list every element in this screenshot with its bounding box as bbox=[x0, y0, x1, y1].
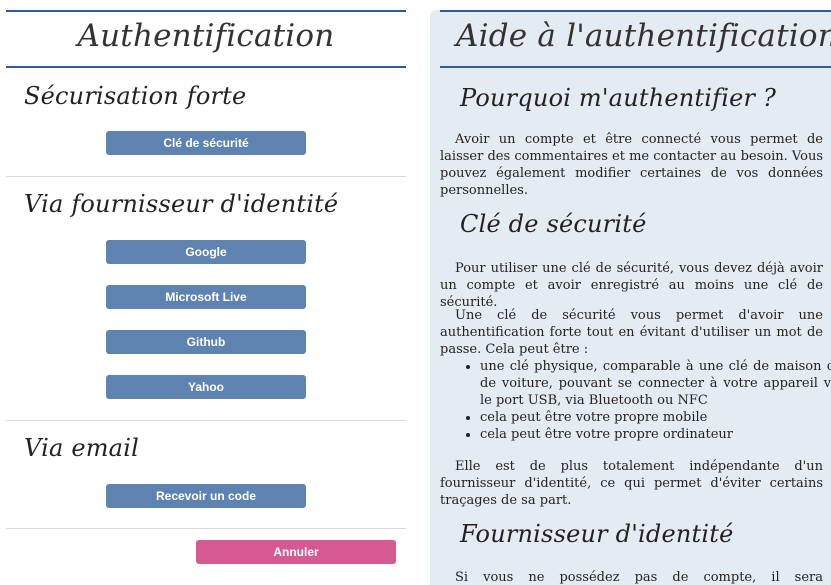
divider bbox=[6, 420, 406, 421]
section-title-email: Via email bbox=[24, 434, 139, 462]
key-list: une clé physique, comparable à une clé d… bbox=[460, 358, 831, 443]
key-title: Clé de sécurité bbox=[460, 210, 647, 238]
microsoft-live-button[interactable]: Microsoft Live bbox=[106, 285, 306, 309]
why-title: Pourquoi m'authentifier ? bbox=[460, 84, 777, 112]
section-title-strong: Sécurisation forte bbox=[24, 82, 247, 110]
cancel-button[interactable]: Annuler bbox=[196, 540, 396, 564]
receive-code-button[interactable]: Recevoir un code bbox=[106, 484, 306, 508]
list-item: cela peut être votre propre mobile bbox=[480, 409, 831, 426]
why-text: Avoir un compte et être connecté vous pe… bbox=[440, 132, 823, 198]
help-header: Aide à l'authentification bbox=[440, 10, 831, 68]
security-key-button[interactable]: Clé de sécurité bbox=[106, 131, 306, 155]
auth-panel: Authentification Sécurisation forte Clé … bbox=[0, 0, 412, 585]
google-button[interactable]: Google bbox=[106, 240, 306, 264]
help-title: Aide à l'authentification bbox=[456, 18, 831, 54]
key-text-1: Pour utiliser une clé de sécurité, vous … bbox=[440, 261, 823, 310]
divider bbox=[6, 176, 406, 177]
auth-title: Authentification bbox=[77, 18, 335, 54]
provider-title: Fournisseur d'identité bbox=[460, 520, 734, 548]
github-button[interactable]: Github bbox=[106, 330, 306, 354]
key-text-2: Une clé de sécurité vous permet d'avoir … bbox=[440, 308, 823, 357]
list-item: une clé physique, comparable à une clé d… bbox=[480, 358, 831, 409]
auth-header: Authentification bbox=[6, 10, 406, 68]
provider-text: Si vous ne possédez pas de compte, il se… bbox=[455, 570, 823, 585]
section-title-provider: Via fournisseur d'identité bbox=[24, 190, 339, 218]
key-text-3: Elle est de plus totalement indépendante… bbox=[440, 459, 823, 508]
help-panel: Aide à l'authentification Pourquoi m'aut… bbox=[430, 10, 831, 585]
yahoo-button[interactable]: Yahoo bbox=[106, 375, 306, 399]
divider bbox=[6, 528, 406, 529]
list-item: cela peut être votre propre ordinateur bbox=[480, 426, 831, 443]
